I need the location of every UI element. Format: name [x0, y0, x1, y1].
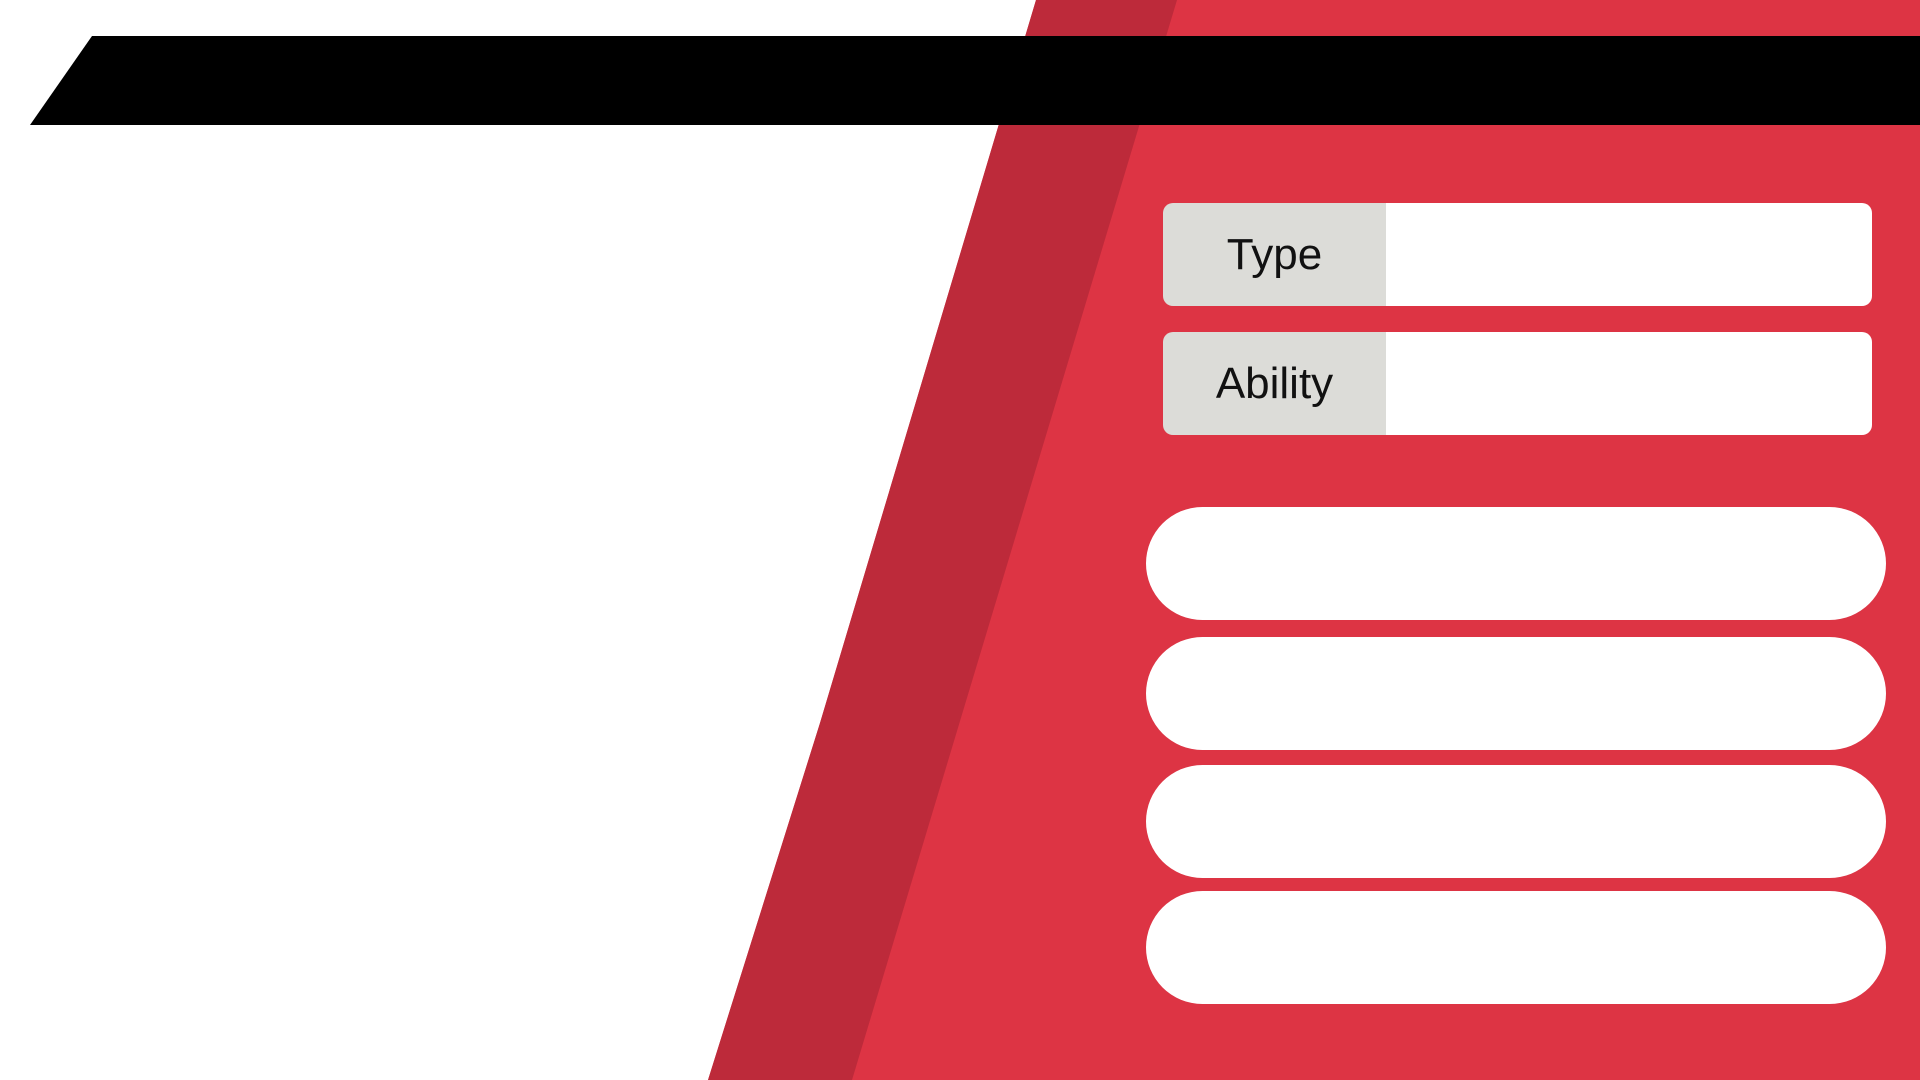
type-label: Type: [1163, 203, 1386, 306]
type-value: [1386, 203, 1872, 306]
type-row: Type: [1163, 203, 1872, 306]
ability-row: Ability: [1163, 332, 1872, 435]
move-slot-1[interactable]: [1146, 507, 1886, 620]
banner-title: [110, 36, 1810, 126]
move-slot-2[interactable]: [1146, 637, 1886, 750]
move-slot-3[interactable]: [1146, 765, 1886, 878]
ability-value: [1386, 332, 1872, 435]
ability-label: Ability: [1163, 332, 1386, 435]
move-slot-4[interactable]: [1146, 891, 1886, 1004]
screen: Type Ability: [0, 0, 1920, 1080]
